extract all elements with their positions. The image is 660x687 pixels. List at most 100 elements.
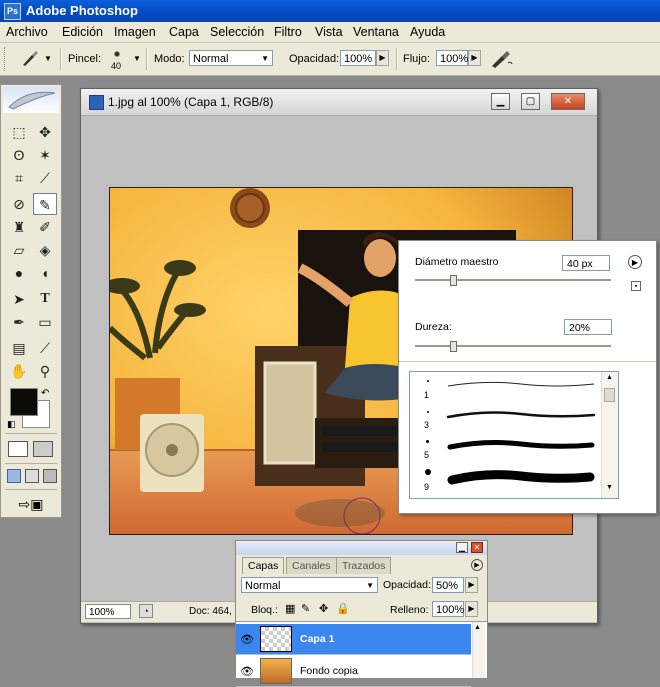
brush-preset-item[interactable]: 5 — [410, 434, 602, 462]
scroll-up-icon[interactable]: ▲ — [474, 624, 481, 631]
notes-tool-icon[interactable]: ▤ — [7, 337, 31, 359]
hardness-input[interactable]: 20% — [564, 319, 612, 335]
zoom-tool-icon[interactable]: ⚲ — [33, 360, 57, 382]
menu-seleccion[interactable]: Selección — [210, 25, 264, 39]
new-preset-icon[interactable]: ▪ — [631, 281, 641, 291]
brush-options-menu-icon[interactable]: ▶ — [628, 255, 642, 269]
panel-minimize-button[interactable]: ▁ — [456, 542, 468, 553]
brush-presets-list[interactable]: 1 3 5 9 ▲ ▼ — [409, 371, 619, 499]
lock-position-icon[interactable]: ✥ — [319, 602, 328, 615]
panel-titlebar[interactable]: ▁ ✕ — [236, 541, 487, 555]
menu-imagen[interactable]: Imagen — [114, 25, 156, 39]
standard-mode-icon[interactable] — [8, 441, 28, 457]
hand-tool-icon[interactable]: ✋ — [7, 360, 31, 382]
hardness-slider-thumb[interactable] — [450, 341, 458, 352]
layer-opacity-slider-button[interactable]: ▶ — [465, 577, 478, 593]
menu-archivo[interactable]: Archivo — [6, 25, 48, 39]
jump-to-imageready-icon[interactable]: ⇨▣ — [9, 495, 53, 513]
eye-icon[interactable]: 👁 — [240, 665, 254, 678]
maximize-button[interactable]: ▢ — [521, 93, 540, 110]
flow-input[interactable]: 100% — [436, 50, 468, 66]
layer-row-capa-1[interactable]: 👁 Capa 1 — [236, 624, 471, 655]
scroll-thumb[interactable] — [604, 388, 615, 402]
panel-menu-icon[interactable]: ▶ — [471, 559, 483, 571]
default-colors-icon[interactable]: ◧ — [7, 419, 16, 430]
screen-mode-full-icon[interactable] — [43, 469, 57, 483]
crop-tool-icon[interactable]: ⌗ — [7, 167, 31, 189]
clone-stamp-tool-icon[interactable]: ♜ — [7, 216, 31, 238]
fill-slider-button[interactable]: ▶ — [465, 601, 478, 617]
brush-preset-item[interactable]: 9 — [410, 464, 602, 492]
diameter-slider-thumb[interactable] — [450, 275, 458, 286]
layer-row-fondo-copia[interactable]: 👁 Fondo copia — [236, 656, 471, 687]
layer-opacity-input[interactable]: 50% — [432, 577, 464, 593]
menu-filtro[interactable]: Filtro — [274, 25, 302, 39]
opacity-label: Opacidad: — [289, 53, 340, 65]
menu-ventana[interactable]: Ventana — [353, 25, 399, 39]
marquee-tool-icon[interactable]: ⬚ — [7, 121, 31, 143]
slice-tool-icon[interactable]: ⟋ — [33, 167, 57, 189]
path-selection-tool-icon[interactable]: ➤ — [7, 288, 31, 310]
diameter-input[interactable]: 40 px — [562, 255, 610, 271]
tab-capas[interactable]: Capas — [242, 557, 285, 574]
lock-pixels-icon[interactable]: ✎ — [301, 602, 310, 615]
chevron-down-icon[interactable]: ▼ — [44, 54, 52, 63]
history-brush-tool-icon[interactable]: ✐ — [33, 216, 57, 238]
opacity-input[interactable]: 100% — [340, 50, 376, 66]
foreground-color-swatch-top[interactable] — [10, 388, 38, 416]
brush-tip-icon[interactable] — [111, 48, 123, 60]
eye-icon[interactable]: 👁 — [240, 633, 254, 646]
mode-label: Modo: — [154, 53, 185, 65]
blend-mode-select[interactable]: Normal ▼ — [241, 577, 378, 593]
eraser-tool-icon[interactable]: ▱ — [7, 239, 31, 261]
fill-label: Relleno: — [390, 604, 429, 616]
brush-tool-preset-icon[interactable] — [20, 50, 42, 68]
screen-mode-standard-icon[interactable] — [7, 469, 21, 483]
layers-scrollbar[interactable]: ▲ — [472, 622, 485, 678]
minimize-button[interactable]: ▁ — [491, 93, 510, 110]
close-button[interactable]: ✕ — [551, 93, 585, 110]
brush-tool-icon[interactable]: ✎ — [33, 193, 57, 215]
move-tool-icon[interactable]: ✥ — [33, 121, 57, 143]
healing-brush-tool-icon[interactable]: ⊘ — [7, 193, 31, 215]
tab-canales[interactable]: Canales — [286, 557, 337, 574]
brush-list-scrollbar[interactable]: ▲ ▼ — [601, 372, 618, 498]
scroll-up-icon[interactable]: ▲ — [604, 374, 615, 385]
screen-mode-menu-icon[interactable] — [25, 469, 39, 483]
brush-preset-item[interactable]: 1 — [410, 374, 602, 402]
paint-bucket-tool-icon[interactable]: ◈ — [33, 239, 57, 261]
menu-vista[interactable]: Vista — [315, 25, 343, 39]
scroll-down-icon[interactable]: ▼ — [604, 484, 615, 495]
lasso-tool-icon[interactable]: ʘ — [7, 144, 31, 166]
flow-slider-button[interactable]: ▶ — [468, 50, 481, 66]
blur-tool-icon[interactable]: ● — [7, 262, 31, 284]
mode-select[interactable]: Normal ▼ — [189, 50, 273, 66]
eyedropper-tool-icon[interactable]: ⟋ — [33, 337, 57, 359]
shape-tool-icon[interactable]: ▭ — [33, 311, 57, 333]
hardness-slider-track[interactable] — [415, 345, 611, 348]
brush-preset-item[interactable]: 3 — [410, 404, 602, 432]
panel-close-button[interactable]: ✕ — [471, 542, 483, 553]
status-menu-icon[interactable]: ◔ — [139, 604, 153, 618]
menu-edicion[interactable]: Edición — [62, 25, 103, 39]
diameter-slider-track[interactable] — [415, 279, 611, 282]
dodge-tool-icon[interactable]: ◖ — [33, 262, 57, 284]
magic-wand-tool-icon[interactable]: ✶ — [33, 144, 57, 166]
lock-all-icon[interactable]: 🔒 — [336, 602, 350, 615]
quick-mask-mode-icon[interactable] — [33, 441, 53, 457]
brush-picker-chevron-icon[interactable]: ▼ — [133, 54, 141, 63]
opacity-slider-button[interactable]: ▶ — [376, 50, 389, 66]
airbrush-icon[interactable] — [488, 49, 514, 69]
feather-logo-icon[interactable] — [3, 87, 59, 113]
tab-trazados[interactable]: Trazados — [336, 557, 392, 574]
zoom-input[interactable]: 100% — [85, 604, 131, 619]
toolbar-grip[interactable] — [4, 47, 8, 71]
pen-tool-icon[interactable]: ✒ — [7, 311, 31, 333]
fill-input[interactable]: 100% — [432, 601, 464, 617]
lock-transparency-icon[interactable]: ▦ — [285, 602, 295, 615]
blend-mode-value: Normal — [245, 580, 281, 592]
menu-capa[interactable]: Capa — [169, 25, 199, 39]
menu-ayuda[interactable]: Ayuda — [410, 25, 445, 39]
swap-colors-icon[interactable]: ↶ — [41, 388, 49, 399]
type-tool-icon[interactable]: T — [33, 288, 57, 310]
